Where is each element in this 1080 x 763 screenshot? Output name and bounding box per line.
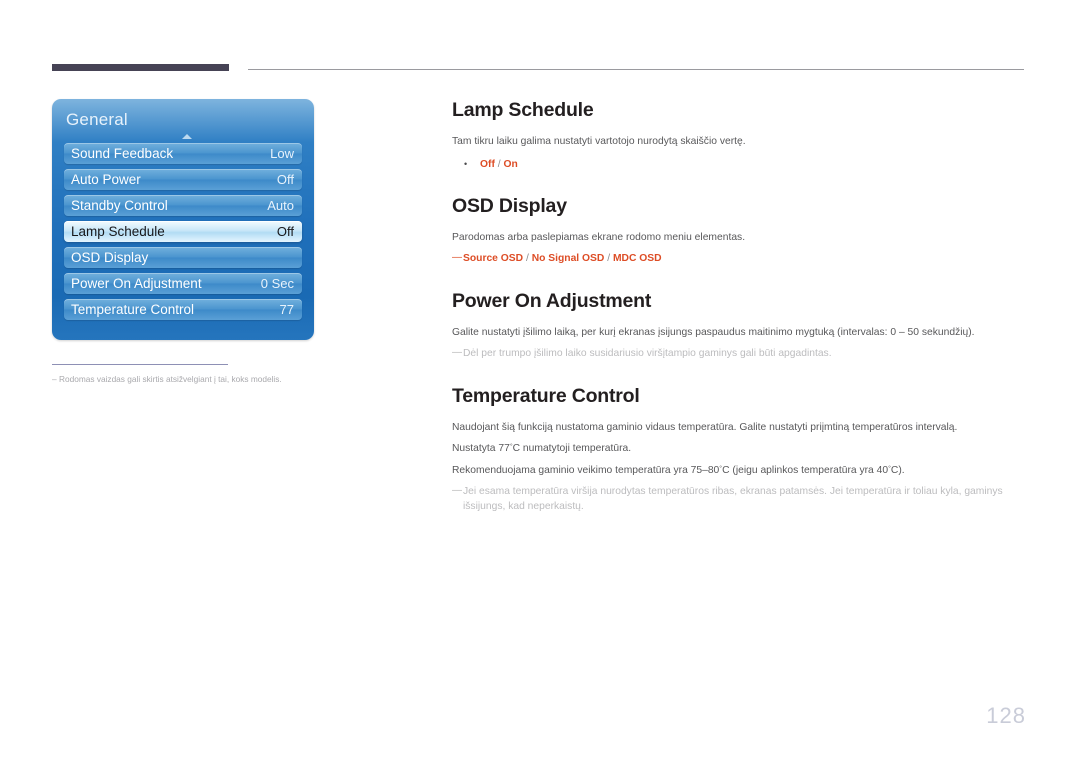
osd-row-label: Auto Power	[71, 172, 141, 187]
em-dash-icon: —	[452, 485, 462, 496]
osd-menu-panel: General Sound Feedback Low Auto Power Of…	[52, 99, 314, 340]
section-note-line: — Jei esama temperatūra viršija nurodyta…	[452, 485, 1024, 514]
option-value: Off	[480, 158, 495, 170]
option-separator: /	[523, 253, 532, 264]
option-value: On	[503, 158, 518, 170]
osd-row-label: Sound Feedback	[71, 146, 174, 161]
panel-footnote: – Rodomas vaizdas gali skirtis atsižvelg…	[52, 364, 332, 385]
osd-row-power-on-adjustment[interactable]: Power On Adjustment 0 Sec	[64, 273, 302, 294]
osd-row-value: Off	[276, 172, 294, 187]
paragraph-2-post: C numatytoji temperatūra.	[512, 443, 632, 454]
paragraph-3-post: C).	[890, 464, 905, 476]
section-title: Temperature Control	[452, 384, 640, 407]
option-separator: /	[604, 253, 613, 264]
option-list: Source OSD / No Signal OSD / MDC OSD	[463, 252, 662, 267]
osd-scroll-up-indicator	[64, 133, 302, 143]
section-paragraph: Galite nustatyti įšilimo laiką, per kurį…	[452, 326, 975, 338]
page-number: 128	[986, 703, 1026, 728]
option-dash-line: — Source OSD / No Signal OSD / MDC OSD	[452, 252, 1024, 267]
option-value: Source OSD	[463, 253, 524, 264]
paragraph-3-mid: C (jeigu aplinkos temperatūra yra 40	[722, 464, 889, 476]
section-power-on-adjustment: Power On Adjustment Galite nustatyti įši…	[452, 289, 1024, 362]
osd-row-lamp-schedule[interactable]: Lamp Schedule Off	[64, 221, 302, 242]
osd-row-label: Temperature Control	[71, 302, 195, 317]
osd-panel-title: General	[66, 110, 128, 129]
option-list: Off / On	[480, 158, 518, 172]
section-title: OSD Display	[452, 194, 567, 217]
osd-row-osd-display[interactable]: OSD Display	[64, 247, 302, 268]
section-osd-display: OSD Display Parodomas arba paslepiamas e…	[452, 194, 1024, 267]
section-paragraph: Parodomas arba paslepiamas ekrane rodomo…	[452, 231, 746, 243]
osd-row-label: Lamp Schedule	[71, 224, 165, 239]
osd-row-auto-power[interactable]: Auto Power Off	[64, 169, 302, 190]
section-note-line: — Dėl per trumpo įšilimo laiko susidariu…	[452, 347, 1024, 362]
section-lamp-schedule: Lamp Schedule Tam tikru laiku galima nus…	[452, 98, 1024, 172]
option-bullet-line: • Off / On	[452, 157, 1024, 172]
option-value: MDC OSD	[612, 253, 662, 264]
header-rule	[52, 64, 1024, 74]
osd-row-value: Off	[276, 224, 294, 239]
main-content: Lamp Schedule Tam tikru laiku galima nus…	[452, 98, 1024, 536]
osd-row-temperature-control[interactable]: Temperature Control 77	[64, 299, 302, 320]
header-rule-thin-line	[248, 69, 1024, 70]
footnote-text: Rodomas vaizdas gali skirtis atsižvelgia…	[59, 374, 282, 384]
bullet-icon: •	[464, 158, 468, 169]
section-note-text: Dėl per trumpo įšilimo laiko susidariusi…	[463, 348, 832, 359]
osd-row-value: Auto	[267, 198, 294, 213]
osd-row-value: 77	[279, 302, 294, 317]
header-rule-thick-bar	[52, 64, 229, 71]
section-title: Power On Adjustment	[452, 289, 652, 312]
osd-row-label: Standby Control	[71, 198, 168, 213]
section-paragraph-1: Naudojant šią funkciją nustatoma gaminio…	[452, 421, 958, 433]
footnote-dash: –	[52, 374, 57, 384]
section-note-text: Jei esama temperatūra viršija nurodytas …	[463, 486, 1003, 512]
em-dash-icon: —	[452, 347, 462, 358]
osd-row-value: 0 Sec	[260, 276, 294, 291]
paragraph-3-pre: Rekomenduojama gaminio veikimo temperatū…	[452, 464, 720, 476]
caret-up-icon	[182, 134, 192, 139]
section-paragraph-2: Nustatyta 77°C numatytoji temperatūra.	[452, 442, 1024, 457]
paragraph-2-pre: Nustatyta 77	[452, 443, 510, 454]
em-dash-icon: —	[452, 252, 462, 263]
footnote-body: – Rodomas vaizdas gali skirtis atsižvelg…	[52, 374, 332, 385]
osd-row-label: OSD Display	[71, 250, 149, 265]
section-title: Lamp Schedule	[452, 99, 594, 121]
section-paragraph-3: Rekomenduojama gaminio veikimo temperatū…	[452, 464, 1024, 479]
section-paragraph: Tam tikru laiku galima nustatyti vartoto…	[452, 136, 746, 147]
osd-row-sound-feedback[interactable]: Sound Feedback Low	[64, 143, 302, 164]
osd-row-label: Power On Adjustment	[71, 276, 202, 291]
option-value: No Signal OSD	[531, 253, 605, 264]
osd-row-standby-control[interactable]: Standby Control Auto	[64, 195, 302, 216]
osd-row-value: Low	[270, 146, 294, 161]
footnote-divider	[52, 364, 228, 365]
section-temperature-control: Temperature Control Naudojant šią funkci…	[452, 384, 1024, 515]
